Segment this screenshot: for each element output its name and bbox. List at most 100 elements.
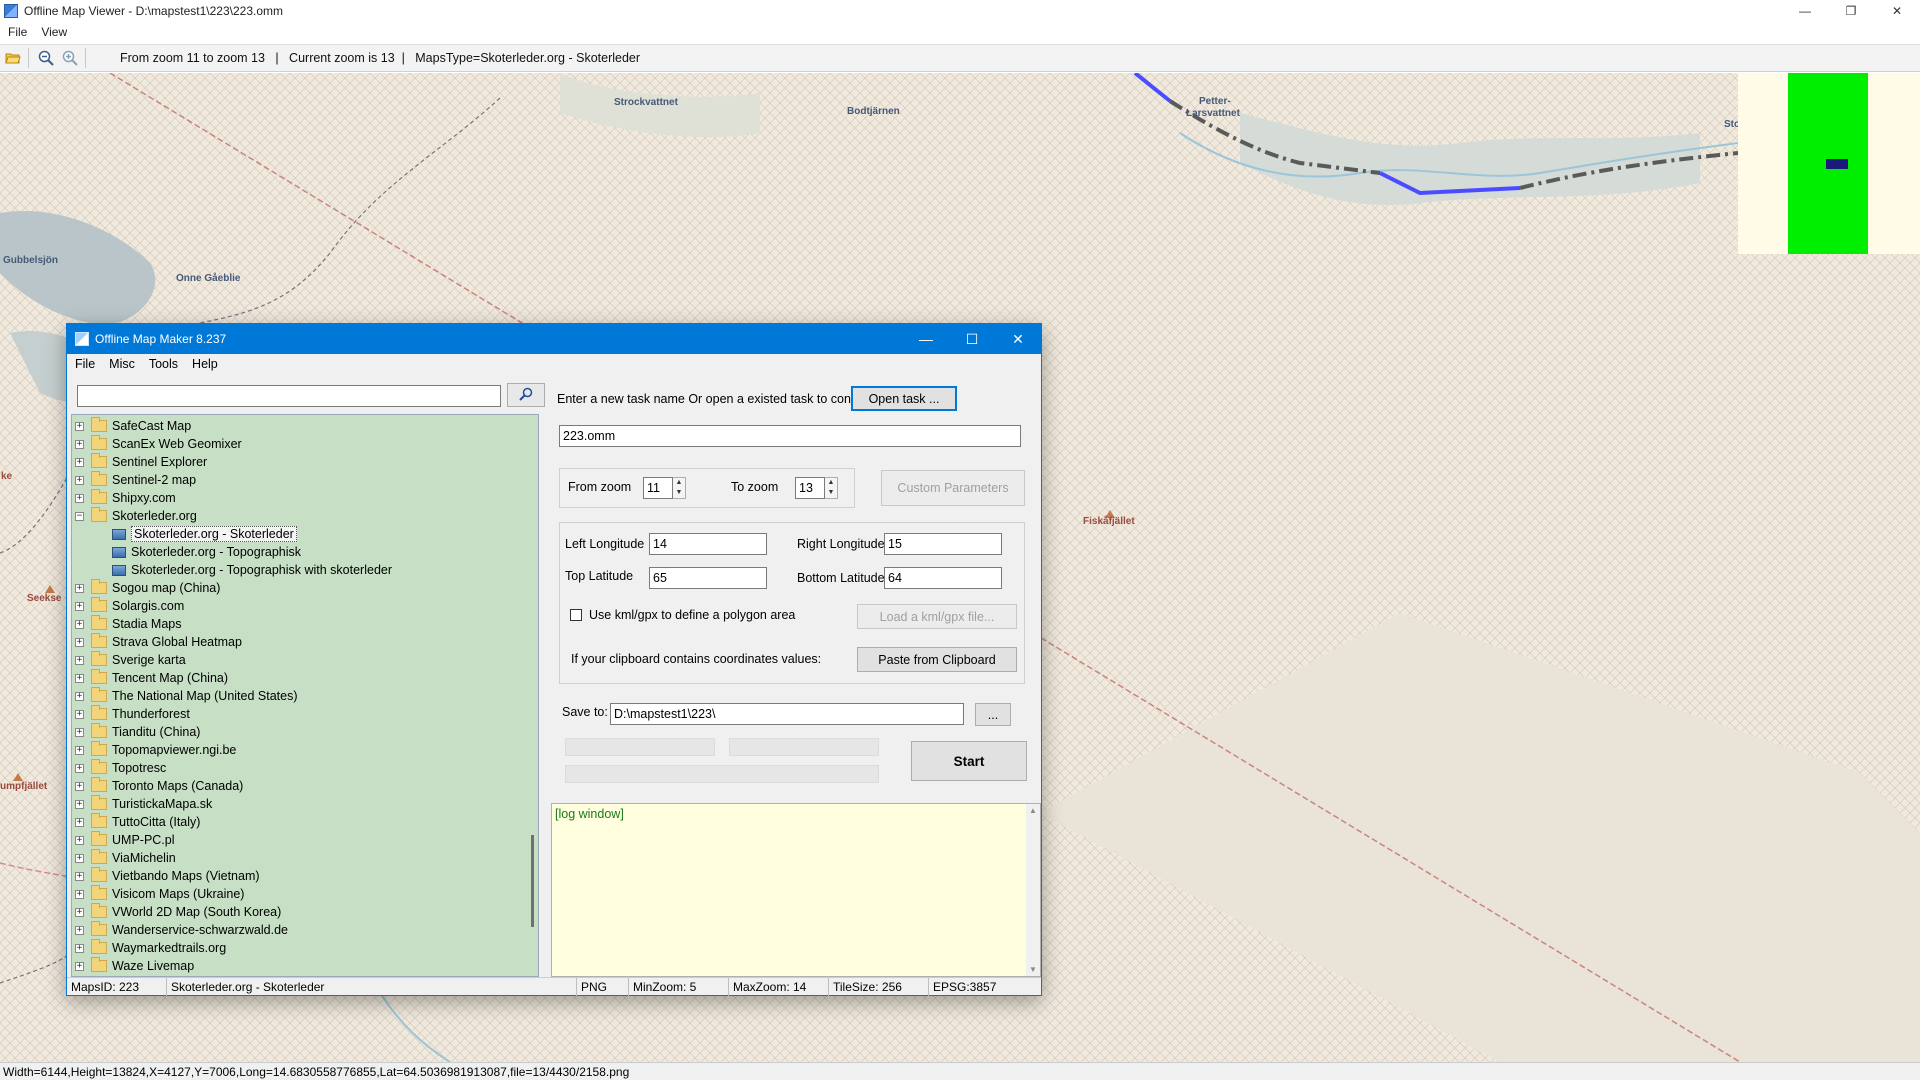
kml-checkbox[interactable] [570,609,582,621]
tree-folder-item[interactable]: + Sogou map (China) [72,579,538,597]
browse-button[interactable]: ... [975,703,1011,726]
zoom-in-icon[interactable] [59,47,81,69]
tree-folder-item[interactable]: + ScanEx Web Geomixer [72,435,538,453]
start-button[interactable]: Start [911,741,1027,781]
tree-scrollbar-thumb[interactable] [531,835,534,927]
tree-folder-item[interactable]: + Sentinel Explorer [72,453,538,471]
map-source-tree[interactable]: + SafeCast Map + ScanEx Web Geomixer + Sentin… [71,414,539,977]
minimap-viewport[interactable] [1826,159,1848,169]
expand-icon[interactable]: + [75,871,84,881]
bottom-latitude-input[interactable]: 64 [884,567,1002,589]
maximize-button[interactable]: ❐ [1828,0,1874,22]
search-button[interactable] [507,383,545,407]
dialog-menu-file[interactable]: File [75,357,95,371]
right-longitude-input[interactable]: 15 [884,533,1002,555]
tree-folder-item[interactable]: + Shipxy.com [72,489,538,507]
expand-icon[interactable]: + [75,835,84,845]
expand-icon[interactable]: + [75,799,84,809]
tree-folder-item[interactable]: + Waze Livemap [72,957,538,975]
tree-folder-item[interactable]: + TuttoCitta (Italy) [72,813,538,831]
dialog-maximize-button[interactable]: ☐ [949,324,995,354]
from-zoom-value[interactable]: 11 [643,477,673,499]
tree-folder-item[interactable]: + Thunderforest [72,705,538,723]
tree-folder-item[interactable]: + ViaMichelin [72,849,538,867]
tree-folder-item[interactable]: + VWorld 2D Map (South Korea) [72,903,538,921]
tree-folder-item[interactable]: + Tianditu (China) [72,723,538,741]
expand-icon[interactable]: + [75,601,84,611]
from-zoom-down-icon[interactable]: ▼ [673,488,685,498]
to-zoom-up-icon[interactable]: ▲ [825,478,837,488]
minimize-button[interactable]: — [1782,0,1828,22]
expand-icon[interactable]: + [75,853,84,863]
tree-leaf-item[interactable]: Skoterleder.org - Skoterleder [72,525,538,543]
scroll-up-icon[interactable]: ▲ [1029,806,1037,815]
expand-icon[interactable]: + [75,691,84,701]
tree-folder-item[interactable]: + UMP-PC.pl [72,831,538,849]
log-scrollbar[interactable]: ▲ ▼ [1026,804,1040,976]
dialog-menu-tools[interactable]: Tools [149,357,178,371]
tree-leaf-item[interactable]: Skoterleder.org - Topographisk [72,543,538,561]
open-task-button[interactable]: Open task ... [851,386,957,411]
search-input[interactable] [77,385,501,407]
tree-leaf-item[interactable]: Skoterleder.org - Topographisk with skot… [72,561,538,579]
expand-icon[interactable]: + [75,619,84,629]
open-folder-icon[interactable] [2,47,24,69]
expand-icon[interactable]: + [75,655,84,665]
log-window[interactable]: [log window] ▲ ▼ [551,803,1041,977]
to-zoom-stepper[interactable]: 13 ▲ ▼ [795,477,838,499]
tree-folder-item[interactable]: + TuristickaMapa.sk [72,795,538,813]
paste-clipboard-button[interactable]: Paste from Clipboard [857,647,1017,672]
expand-icon[interactable]: + [75,763,84,773]
dialog-minimize-button[interactable]: — [903,324,949,354]
from-zoom-stepper[interactable]: 11 ▲ ▼ [643,477,686,499]
tree-folder-item[interactable]: + SafeCast Map [72,417,538,435]
tree-folder-item[interactable]: + Visicom Maps (Ukraine) [72,885,538,903]
tree-folder-item[interactable]: − Skoterleder.org [72,507,538,525]
tree-folder-item[interactable]: + Vietbando Maps (Vietnam) [72,867,538,885]
scroll-down-icon[interactable]: ▼ [1029,965,1037,974]
expand-icon[interactable]: + [75,439,84,449]
tree-folder-item[interactable]: + Sverige karta [72,651,538,669]
tree-folder-item[interactable]: + Waymarkedtrails.org [72,939,538,957]
dialog-menu-help[interactable]: Help [192,357,218,371]
menu-view[interactable]: View [41,25,67,39]
expand-icon[interactable]: + [75,421,84,431]
expand-icon[interactable]: + [75,889,84,899]
top-latitude-input[interactable]: 65 [649,567,767,589]
tree-folder-item[interactable]: + Topotresc [72,759,538,777]
custom-parameters-button[interactable]: Custom Parameters [881,470,1025,506]
expand-icon[interactable]: + [75,673,84,683]
expand-icon[interactable]: + [75,709,84,719]
expand-icon[interactable]: + [75,637,84,647]
tree-folder-item[interactable]: + The National Map (United States) [72,687,538,705]
close-button[interactable]: ✕ [1874,0,1920,22]
expand-icon[interactable]: + [75,907,84,917]
dialog-menu-misc[interactable]: Misc [109,357,135,371]
expand-icon[interactable]: + [75,493,84,503]
expand-icon[interactable]: + [75,475,84,485]
to-zoom-down-icon[interactable]: ▼ [825,488,837,498]
load-kml-button[interactable]: Load a kml/gpx file... [857,604,1017,629]
menu-file[interactable]: File [8,25,27,39]
expand-icon[interactable]: + [75,457,84,467]
minimap[interactable] [1738,73,1920,254]
collapse-icon[interactable]: − [75,511,84,521]
save-to-input[interactable]: D:\mapstest1\223\ [610,703,964,725]
dialog-titlebar[interactable]: Offline Map Maker 8.237 — ☐ ✕ [67,324,1041,354]
dialog-close-button[interactable]: ✕ [995,324,1041,354]
tree-folder-item[interactable]: + Stadia Maps [72,615,538,633]
expand-icon[interactable]: + [75,583,84,593]
from-zoom-up-icon[interactable]: ▲ [673,478,685,488]
zoom-out-icon[interactable] [35,47,57,69]
tree-folder-item[interactable]: + Topomapviewer.ngi.be [72,741,538,759]
tree-folder-item[interactable]: + Toronto Maps (Canada) [72,777,538,795]
tree-folder-item[interactable]: + Wanderservice-schwarzwald.de [72,921,538,939]
expand-icon[interactable]: + [75,943,84,953]
to-zoom-value[interactable]: 13 [795,477,825,499]
tree-folder-item[interactable]: + Sentinel-2 map [72,471,538,489]
expand-icon[interactable]: + [75,745,84,755]
tree-scrollbar[interactable] [524,415,538,976]
tree-folder-item[interactable]: + Solargis.com [72,597,538,615]
expand-icon[interactable]: + [75,817,84,827]
expand-icon[interactable]: + [75,961,84,971]
